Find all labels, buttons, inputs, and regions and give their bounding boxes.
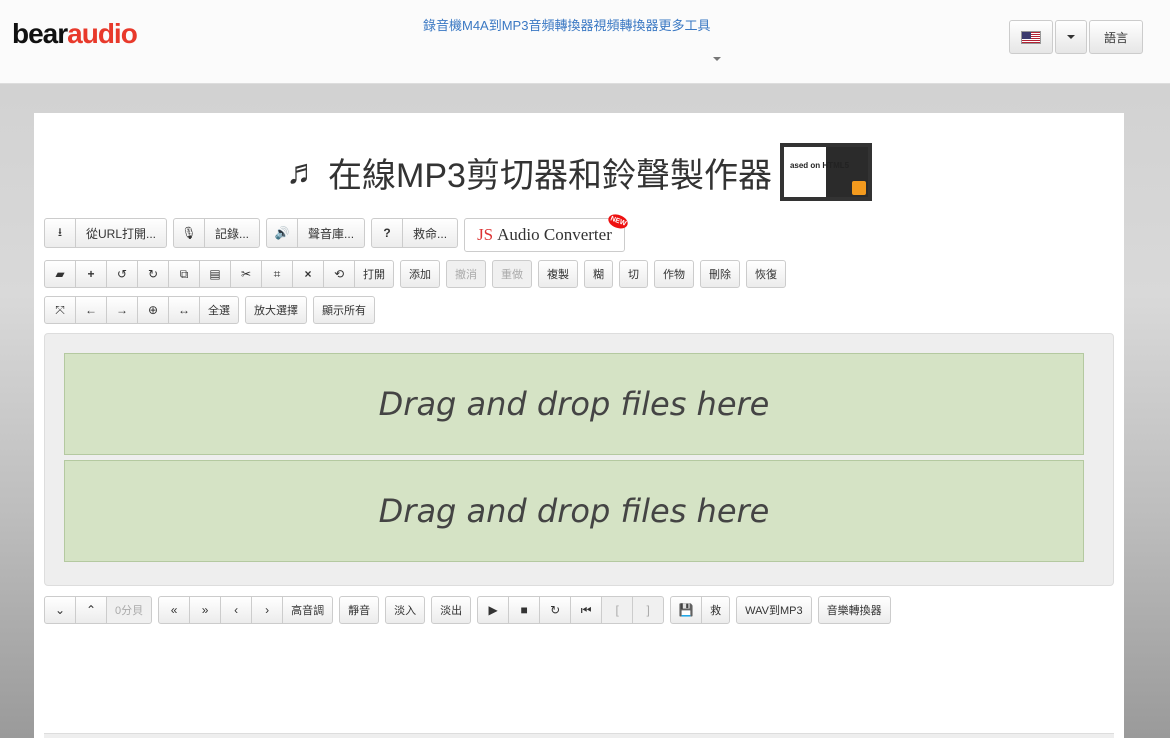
add-button[interactable]: 添加	[400, 260, 440, 288]
chevron-down-icon[interactable]: ⌄	[44, 596, 76, 624]
restore-button[interactable]: 恢復	[746, 260, 786, 288]
top-navbar: bearaudio 錄音機M4A到MP3音頻轉換器視頻轉換器更多工具 語言	[0, 0, 1170, 84]
js-logo-text: JS	[477, 225, 494, 244]
gain-value: 0分貝	[106, 596, 153, 624]
fullscreen-icon[interactable]: ⤧	[44, 296, 76, 324]
save-icon[interactable]: 💾	[670, 596, 703, 624]
chevron-right-icon[interactable]: ›	[251, 596, 284, 624]
chevron-up-icon[interactable]: ⌃	[75, 596, 107, 624]
download-icon[interactable]: ⭳	[44, 218, 76, 248]
zoom-selection-button[interactable]: 放大選擇	[245, 296, 307, 324]
us-flag-icon	[1021, 30, 1041, 44]
open-url-button[interactable]: 從URL打開...	[75, 218, 168, 248]
scissors-icon[interactable]: ✂	[230, 260, 262, 288]
thumbnail-caption: ased on HTML5	[789, 161, 850, 170]
arrow-right-icon[interactable]: →	[106, 296, 138, 324]
dropzone-track-2[interactable]: Drag and drop files here	[64, 460, 1084, 562]
microphone-icon[interactable]: 🎙	[173, 218, 206, 248]
nav-dropdown-caret-icon[interactable]	[713, 57, 721, 61]
editor-panel: ♬ 在線MP3剪切器和鈴聲製作器 ased on HTML5 ⭳ 從URL打開.…	[34, 113, 1124, 738]
undo-icon[interactable]: ↺	[106, 260, 138, 288]
help-button[interactable]: 救命...	[402, 218, 459, 248]
paste-button[interactable]: 糊	[584, 260, 613, 288]
open-button[interactable]: 打開	[354, 260, 394, 288]
fit-width-icon[interactable]: ↔	[168, 296, 200, 324]
save-button[interactable]: 救	[701, 596, 731, 624]
waveform-area: Drag and drop files here Drag and drop f…	[44, 333, 1114, 586]
show-all-button[interactable]: 顯示所有	[313, 296, 375, 324]
play-badge-icon	[851, 181, 866, 195]
stop-icon[interactable]: ■	[508, 596, 541, 624]
top-nav-links[interactable]: 錄音機M4A到MP3音頻轉換器視頻轉換器更多工具	[423, 15, 710, 34]
js-audio-converter-button[interactable]: JS Audio Converter NEW	[464, 211, 630, 252]
wav-to-mp3-button[interactable]: WAV到MP3	[736, 596, 812, 624]
double-chevron-down-icon[interactable]: »	[189, 596, 222, 624]
restore-icon[interactable]: ⟲	[323, 260, 355, 288]
sound-library-button[interactable]: 聲音庫...	[297, 218, 366, 248]
dropzone-track-1[interactable]: Drag and drop files here	[64, 353, 1084, 455]
logo-part-audio: audio	[67, 18, 138, 49]
mute-button[interactable]: 靜音	[339, 596, 380, 624]
flag-button[interactable]	[1009, 20, 1053, 54]
chevron-left-icon[interactable]: ‹	[220, 596, 253, 624]
crop-button[interactable]: 作物	[654, 260, 694, 288]
paste-icon[interactable]: ▤	[199, 260, 231, 288]
undo-button[interactable]: 撤消	[446, 260, 486, 288]
crop-icon[interactable]: ⌗	[261, 260, 293, 288]
skip-back-icon[interactable]: ⏮	[570, 596, 603, 624]
audio-converter-label: Audio Converter	[497, 225, 612, 244]
select-all-button[interactable]: 全選	[199, 296, 239, 324]
play-icon[interactable]: ▶	[477, 596, 510, 624]
double-chevron-up-icon[interactable]: «	[158, 596, 191, 624]
fade-in-button[interactable]: 淡入	[385, 596, 426, 624]
logo-part-bear: bear	[12, 18, 68, 49]
mark-start-button[interactable]: [	[601, 596, 634, 624]
toolbar-view: ⤧ ← → ⊕ ↔ 全選 放大選擇 顯示所有	[44, 296, 375, 324]
loop-icon[interactable]: ↻	[539, 596, 572, 624]
toolbar-edit: ▰ + ↺ ↻ ⧉ ▤ ✂ ⌗ × ⟲ 打開 添加 撤消 重做 複製 糊 切 作…	[44, 260, 786, 288]
speaker-icon[interactable]: 🔊	[266, 218, 299, 248]
mark-end-button[interactable]: ]	[632, 596, 665, 624]
redo-button[interactable]: 重做	[492, 260, 532, 288]
language-selector: 語言	[1009, 20, 1143, 54]
zoom-in-icon[interactable]: ⊕	[137, 296, 169, 324]
toolbar-main: ⭳ 從URL打開... 🎙 記錄... 🔊 聲音庫... ? 救命... JS …	[44, 211, 630, 252]
pitch-button[interactable]: 高音調	[282, 596, 334, 624]
redo-icon[interactable]: ↻	[137, 260, 169, 288]
cut-button[interactable]: 切	[619, 260, 648, 288]
toolbar-effects: ⌄ ⌃ 0分貝 « » ‹ › 高音調 靜音 淡入 淡出 ▶ ■ ↻ ⏮ [ ]…	[44, 596, 891, 624]
delete-button[interactable]: 刪除	[700, 260, 740, 288]
panel-bottom-divider	[44, 733, 1114, 738]
music-note-icon: ♬	[286, 152, 321, 191]
page-title: ♬ 在線MP3剪切器和鈴聲製作器 ased on HTML5	[34, 143, 1124, 201]
plus-icon[interactable]: +	[75, 260, 107, 288]
help-question-button[interactable]: ?	[371, 218, 404, 248]
copy-button[interactable]: 複製	[538, 260, 578, 288]
music-converter-button[interactable]: 音樂轉換器	[817, 596, 891, 624]
fade-out-button[interactable]: 淡出	[431, 596, 472, 624]
html5-video-thumbnail[interactable]: ased on HTML5	[779, 143, 872, 201]
record-button[interactable]: 記錄...	[204, 218, 261, 248]
copy-icon[interactable]: ⧉	[168, 260, 200, 288]
language-dropdown-toggle[interactable]	[1055, 20, 1087, 54]
caret-down-icon	[1067, 35, 1075, 39]
bearaudio-logo[interactable]: bearaudio	[12, 18, 138, 50]
language-button[interactable]: 語言	[1089, 20, 1143, 54]
folder-open-icon[interactable]: ▰	[44, 260, 76, 288]
close-icon[interactable]: ×	[292, 260, 324, 288]
page-title-text: 在線MP3剪切器和鈴聲製作器	[328, 156, 772, 195]
arrow-left-icon[interactable]: ←	[75, 296, 107, 324]
